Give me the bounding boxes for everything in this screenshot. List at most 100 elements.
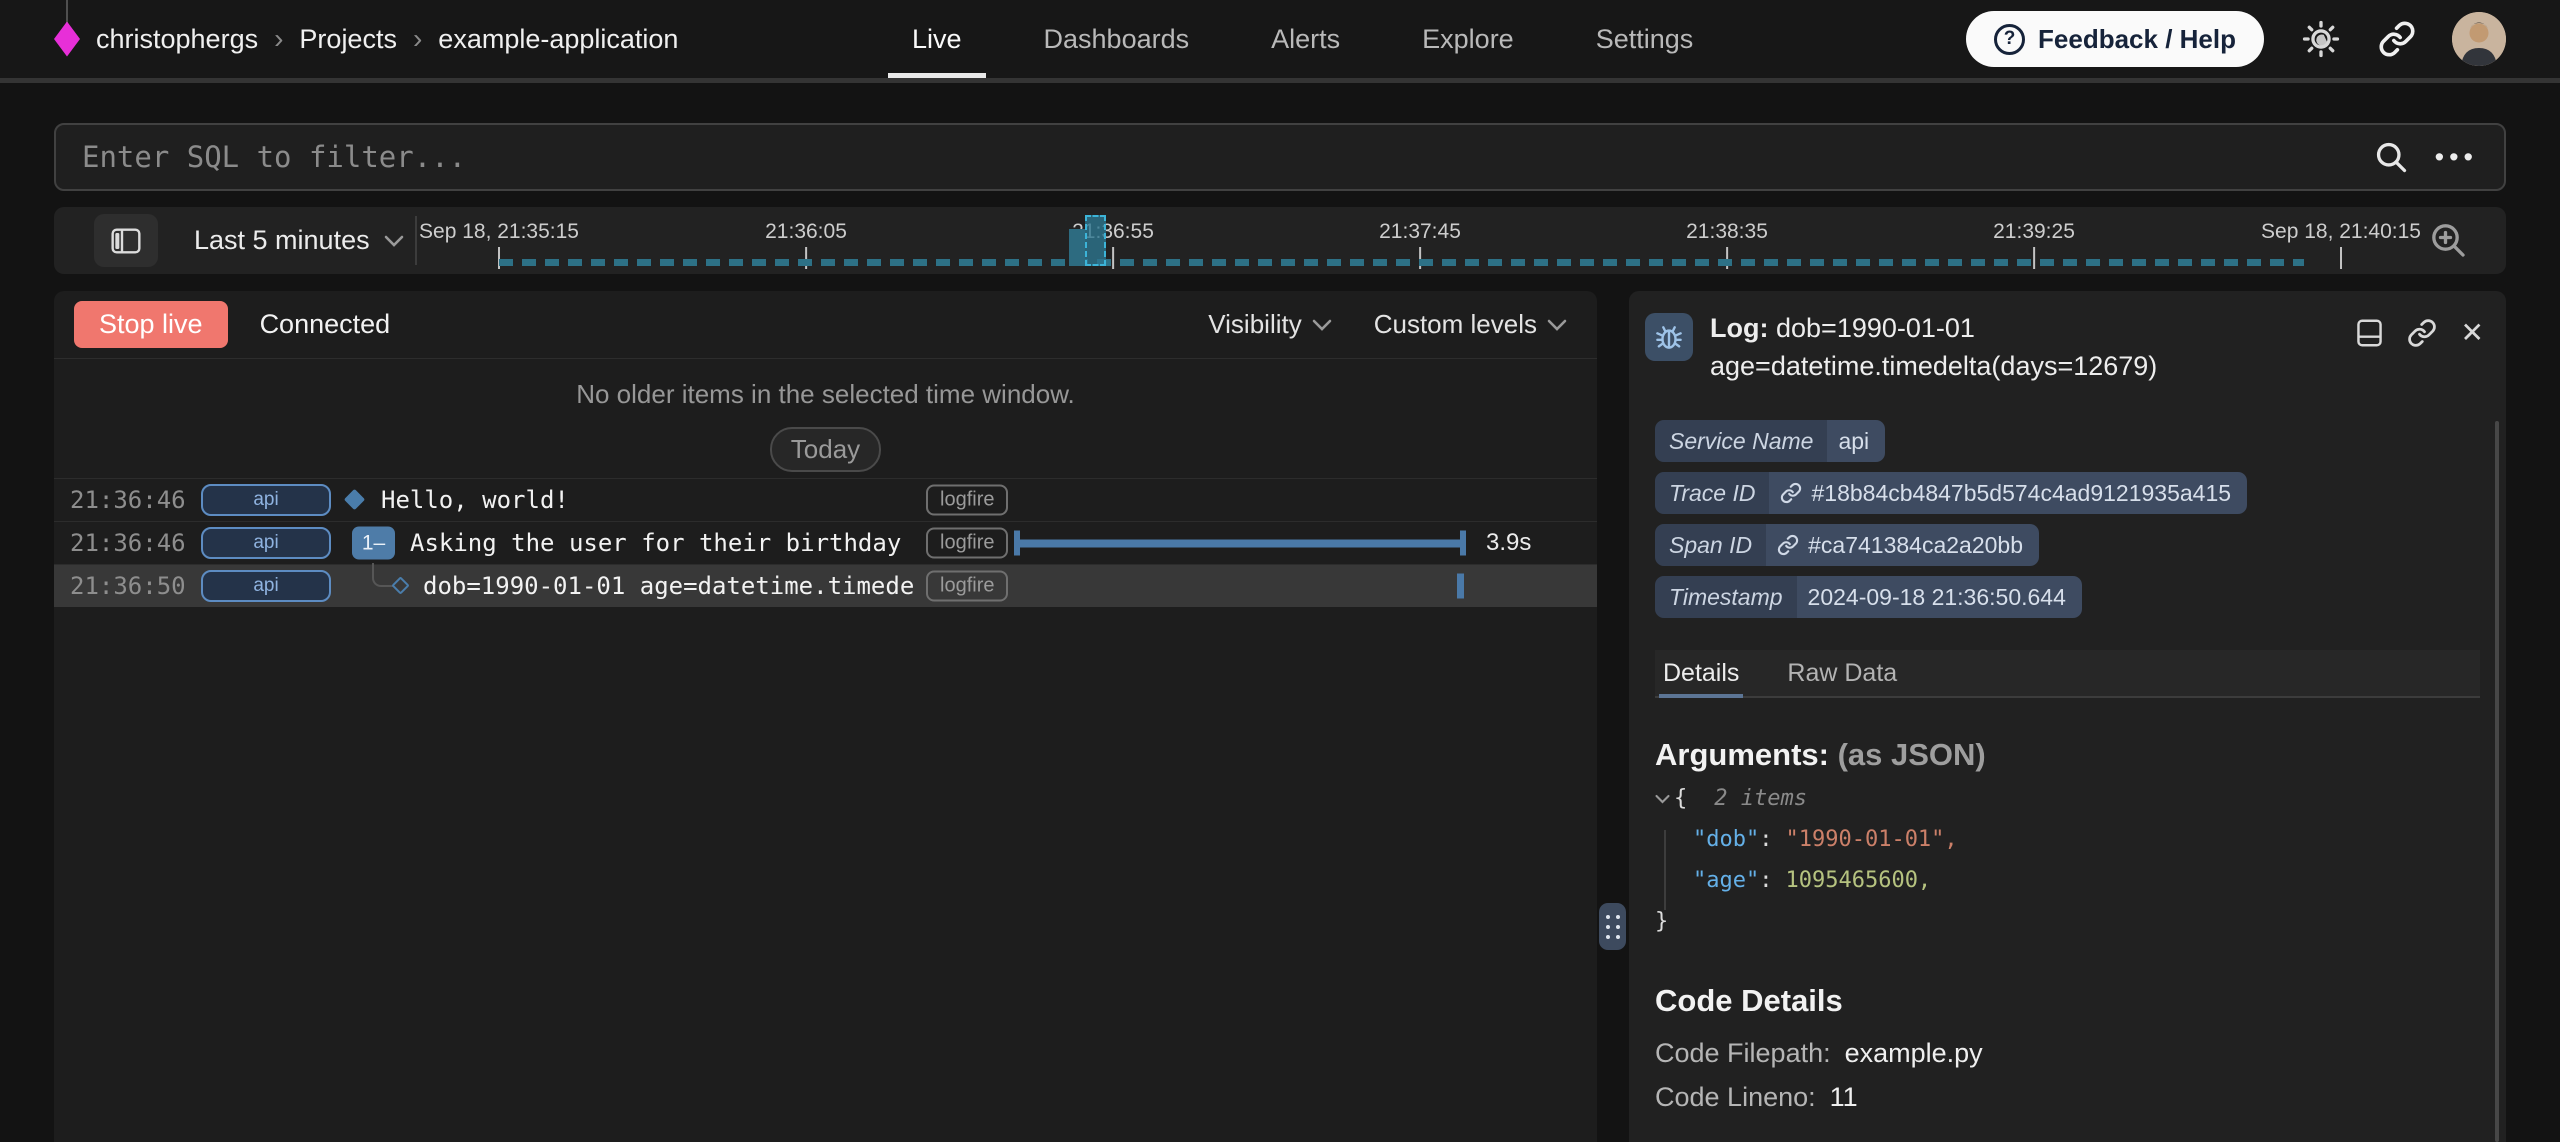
time-range-label: Last 5 minutes <box>194 225 370 256</box>
service-badge[interactable]: api <box>201 484 331 516</box>
log-timestamp: 21:36:46 <box>70 529 186 557</box>
question-mark-icon: ? <box>1994 24 2025 55</box>
span-duration-label: 3.9s <box>1486 529 1531 557</box>
json-indent-guide <box>1664 830 1666 910</box>
breadcrumb-separator: › <box>274 23 283 55</box>
log-time-marker <box>1457 574 1464 599</box>
logfire-app: christophergs › Projects › example-appli… <box>0 0 2560 1142</box>
span-duration-bar <box>1014 531 1466 556</box>
json-items-note: 2 items <box>1714 778 1807 819</box>
tree-connector <box>372 563 394 587</box>
breadcrumb-projects[interactable]: Projects <box>299 24 397 55</box>
panel-resize-handle[interactable] <box>1599 903 1626 950</box>
code-filepath-row: Code Filepath:example.py <box>1655 1031 1983 1075</box>
log-message: dob=1990-01-01 age=datetime.timede <box>423 572 914 600</box>
breadcrumb: christophergs › Projects › example-appli… <box>54 0 678 78</box>
logfire-logo-icon[interactable] <box>54 22 80 57</box>
timestamp-pill[interactable]: Timestamp 2024-09-18 21:36:50.644 <box>1655 576 2082 618</box>
share-link-icon[interactable] <box>2378 20 2416 58</box>
timeline-selection-window[interactable] <box>1085 215 1106 266</box>
main-nav-tabs: Live Dashboards Alerts Explore Settings <box>912 0 1693 78</box>
span-message: Asking the user for their birthday <box>410 529 901 557</box>
breadcrumb-project-name[interactable]: example-application <box>438 24 678 55</box>
log-title-prefix: Log: <box>1710 313 1768 343</box>
code-details-heading: Code Details <box>1655 983 1843 1019</box>
tab-settings[interactable]: Settings <box>1596 0 1694 78</box>
json-number-value: 1095465600, <box>1785 860 1931 901</box>
chevron-down-icon <box>384 235 404 247</box>
tab-alerts[interactable]: Alerts <box>1271 0 1340 78</box>
json-open-brace: { <box>1674 778 1687 819</box>
tab-details[interactable]: Details <box>1659 650 1743 696</box>
service-name-pill[interactable]: Service Name api <box>1655 420 1885 462</box>
timeline-bar: Last 5 minutes Sep 18, 21:35:15 21:36:05… <box>54 207 2506 274</box>
tab-live[interactable]: Live <box>912 0 962 78</box>
json-key: "age" <box>1693 860 1759 901</box>
json-collapse-icon[interactable] <box>1655 794 1670 804</box>
code-lineno-value: 11 <box>1830 1082 1858 1112</box>
timeline-activity-dashes <box>499 259 2304 266</box>
feedback-help-button[interactable]: ? Feedback / Help <box>1966 11 2264 67</box>
tab-raw-data[interactable]: Raw Data <box>1783 650 1901 696</box>
logfire-tag[interactable]: logfire <box>926 485 1008 516</box>
tab-dashboards[interactable]: Dashboards <box>1044 0 1190 78</box>
theme-toggle-icon[interactable] <box>2300 18 2342 60</box>
sql-filter-input[interactable] <box>56 140 2373 174</box>
bug-icon <box>1645 313 1693 361</box>
link-icon[interactable] <box>1777 534 1799 556</box>
custom-levels-dropdown[interactable]: Custom levels <box>1374 309 1567 340</box>
json-close-brace: } <box>1655 901 1668 942</box>
drag-dots-icon <box>1606 915 1620 939</box>
tab-explore[interactable]: Explore <box>1422 0 1514 78</box>
close-icon[interactable]: ✕ <box>2461 319 2484 347</box>
today-button[interactable]: Today <box>770 427 881 472</box>
service-badge[interactable]: api <box>201 570 331 602</box>
logfire-tag[interactable]: logfire <box>926 528 1008 559</box>
live-trace-panel: Stop live Connected Visibility Custom le… <box>54 291 1597 1142</box>
breadcrumb-org[interactable]: christophergs <box>96 24 258 55</box>
logfire-tag[interactable]: logfire <box>926 571 1008 602</box>
more-options-icon[interactable]: ••• <box>2435 144 2478 171</box>
live-panel-header: Stop live Connected Visibility Custom le… <box>54 291 1597 359</box>
feedback-help-label: Feedback / Help <box>2038 24 2236 55</box>
log-timestamp: 21:36:50 <box>70 572 186 600</box>
log-title-text: dob=1990-01-01 age=datetime.timedelta(da… <box>1710 313 2157 381</box>
log-diamond-icon <box>344 489 365 510</box>
log-row-selected[interactable]: 21:36:50 api dob=1990-01-01 age=datetime… <box>54 564 1597 607</box>
code-filepath-value: example.py <box>1845 1038 1983 1068</box>
chevron-down-icon <box>1547 319 1567 331</box>
json-key: "dob" <box>1693 819 1759 860</box>
user-avatar[interactable] <box>2452 12 2506 66</box>
dock-panel-icon[interactable] <box>2356 318 2383 348</box>
arguments-heading: Arguments: (as JSON) <box>1655 737 1986 773</box>
search-icon[interactable] <box>2373 139 2409 175</box>
code-details: Code Filepath:example.py Code Lineno:11 <box>1655 1031 1983 1119</box>
link-icon[interactable] <box>1780 482 1802 504</box>
log-row[interactable]: 21:36:46 api 1– Asking the user for thei… <box>54 521 1597 564</box>
json-string-value: "1990-01-01", <box>1785 819 1957 860</box>
code-lineno-row: Code Lineno:11 <box>1655 1075 1983 1119</box>
panel-scrollbar[interactable] <box>2495 421 2499 1142</box>
time-range-dropdown[interactable]: Last 5 minutes <box>194 207 404 274</box>
timeline-divider <box>415 216 417 265</box>
arguments-json-viewer: { 2 items "dob" : "1990-01-01", "age" : … <box>1655 778 1958 942</box>
log-row[interactable]: 21:36:46 api Hello, world! logfire <box>54 478 1597 521</box>
log-diamond-outline-icon <box>391 576 409 594</box>
visibility-dropdown[interactable]: Visibility <box>1208 309 1331 340</box>
details-tab-bar: Details Raw Data <box>1655 650 2480 698</box>
timeline-histogram-bar <box>1069 229 1085 266</box>
sidebar-toggle-button[interactable] <box>94 214 158 267</box>
copy-link-icon[interactable] <box>2407 318 2437 348</box>
collapse-children-button[interactable]: 1– <box>352 527 395 560</box>
chevron-down-icon <box>1312 319 1332 331</box>
service-badge[interactable]: api <box>201 527 331 559</box>
trace-id-pill[interactable]: Trace ID #18b84cb4847b5d574c4ad9121935a4… <box>1655 472 2247 514</box>
log-message: Hello, world! <box>381 486 569 514</box>
stop-live-button[interactable]: Stop live <box>74 301 228 348</box>
empty-state-message: No older items in the selected time wind… <box>576 379 1075 410</box>
zoom-in-icon[interactable] <box>2428 220 2468 260</box>
top-navbar: christophergs › Projects › example-appli… <box>0 0 2560 83</box>
sql-filter-bar: ••• <box>54 123 2506 191</box>
span-id-pill[interactable]: Span ID #ca741384ca2a20bb <box>1655 524 2039 566</box>
connection-status: Connected <box>260 309 391 340</box>
